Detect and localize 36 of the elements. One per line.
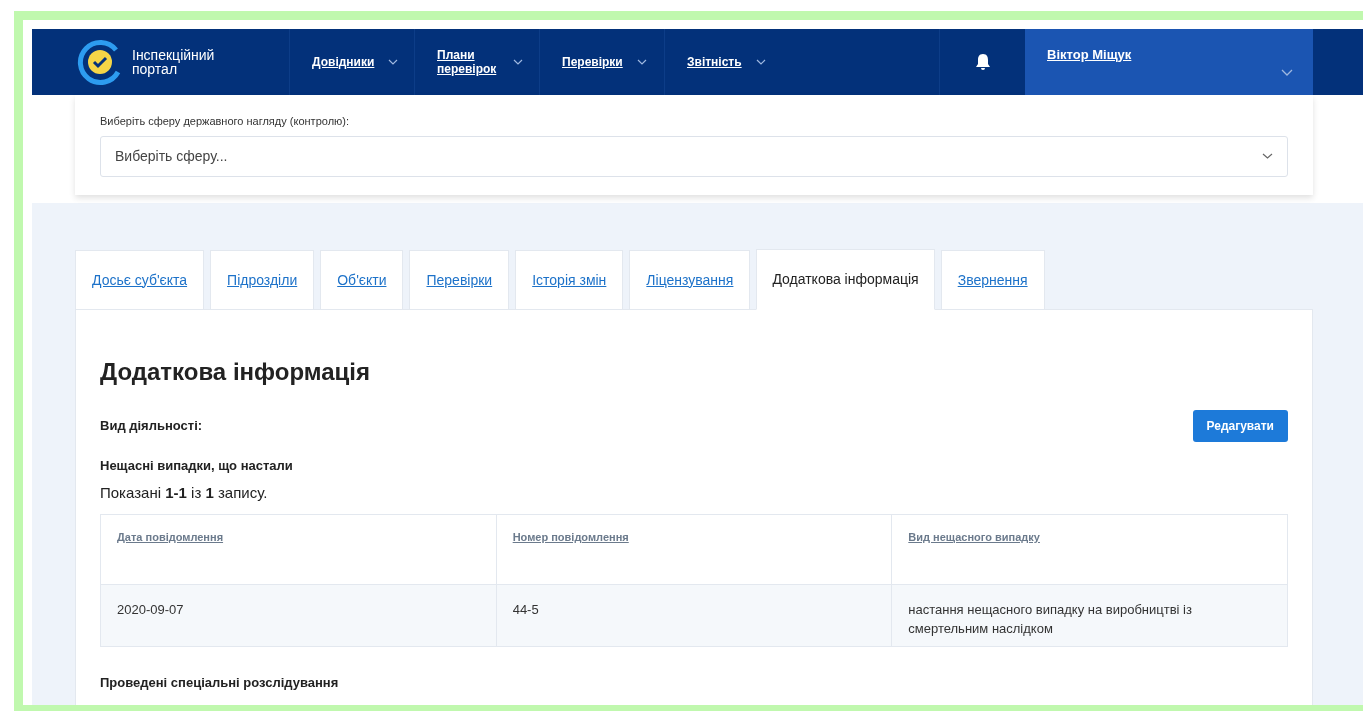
tab[interactable]: Досьє суб'єкта (75, 250, 205, 310)
nav-menu-link[interactable]: Звітність (687, 55, 742, 69)
column-header[interactable]: Дата повідомлення (100, 514, 497, 585)
subsection-heading: Нещасні випадки, що настали (100, 457, 294, 475)
table-cell: настання нещасного випадку на виробництві із смертельним наслідком (891, 584, 1288, 647)
sphere-select[interactable]: Виберіть сферу... (100, 135, 1288, 177)
user-menu[interactable]: Віктор Міщук (1025, 29, 1313, 95)
field-label: Вид діяльності: (100, 417, 203, 436)
tab[interactable]: Історія змін (515, 250, 624, 310)
column-header[interactable]: Номер повідомлення (496, 514, 892, 585)
tab[interactable]: Звернення (940, 250, 1045, 310)
chevron-down-icon (388, 59, 398, 65)
chevron-down-icon (1262, 153, 1273, 159)
nav-menu-link[interactable]: Плани перевірок (437, 48, 499, 76)
chevron-down-icon (1281, 69, 1293, 76)
user-name-link[interactable]: Віктор Міщук (1047, 45, 1132, 65)
subsection-heading: Проведені спеціальні розслідування (100, 674, 340, 692)
table-cell: 44-5 (496, 584, 892, 647)
tab[interactable]: Перевірки (409, 250, 510, 310)
tab[interactable]: Ліцензування (629, 250, 751, 310)
notification-bell-icon[interactable] (974, 53, 991, 71)
tab[interactable]: Об'єкти (320, 250, 404, 310)
tab[interactable]: Додаткова інформація (756, 249, 935, 310)
section-heading: Додаткова інформація (100, 357, 371, 387)
logo-text: Інспекційний портал (132, 48, 215, 76)
edit-button[interactable]: Редагувати (1192, 410, 1288, 442)
tab[interactable]: Підрозділи (210, 250, 315, 310)
results-summary: Показані 1-1 із 1 запису. (100, 482, 269, 503)
chevron-down-icon (755, 59, 766, 65)
table-cell: 2020-09-07 (100, 584, 497, 647)
chevron-down-icon (636, 59, 647, 65)
nav-menu-link[interactable]: Перевірки (562, 55, 623, 69)
column-header[interactable]: Вид нещасного випадку (891, 514, 1288, 585)
field-label: Виберіть сферу державного нагляду (контролю): (100, 114, 350, 129)
nav-menu-link[interactable]: Довідники (312, 55, 374, 69)
chevron-down-icon (513, 59, 523, 65)
